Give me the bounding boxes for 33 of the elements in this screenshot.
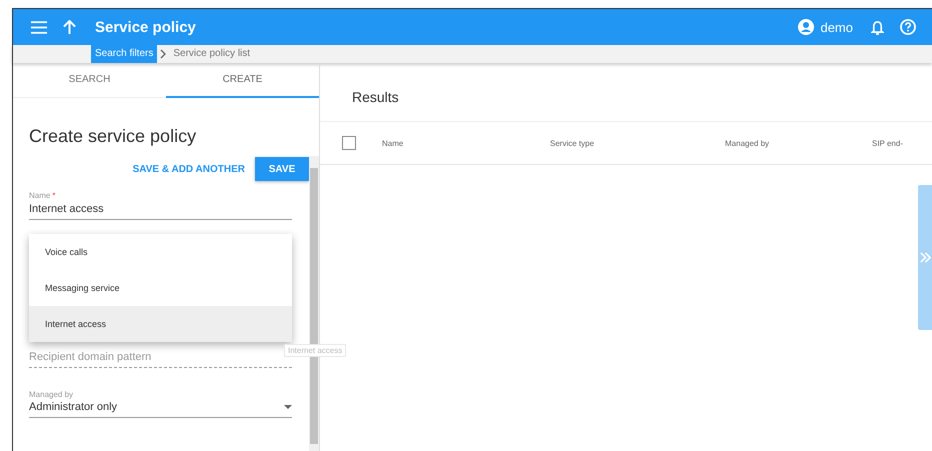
help-icon[interactable]	[900, 19, 916, 35]
column-header[interactable]: SIP end-	[872, 138, 903, 148]
column-header[interactable]: Service type	[550, 138, 594, 148]
user-name[interactable]: demo	[820, 20, 853, 34]
column-header[interactable]: Managed by	[725, 138, 770, 148]
column-header[interactable]: Name	[382, 138, 404, 148]
select-all-checkbox[interactable]	[342, 136, 356, 150]
breadcrumb-link[interactable]: Service policy list	[169, 45, 254, 63]
results-title: Results	[320, 63, 932, 122]
name-field[interactable]: Internet access	[29, 200, 292, 220]
up-arrow-icon[interactable]	[63, 20, 76, 34]
field-label: Name *	[29, 191, 56, 200]
menu-icon[interactable]	[31, 20, 47, 34]
save-and-add-another-button[interactable]: SAVE & ADD ANOTHER	[132, 160, 245, 178]
double-chevron-icon	[920, 252, 930, 263]
user-avatar-icon[interactable]	[798, 19, 814, 35]
tab[interactable]: CREATE	[166, 63, 319, 98]
managed-by-select[interactable]: Administrator only	[29, 399, 292, 418]
breadcrumb-link[interactable]: Search filters	[91, 45, 158, 63]
field-label: Managed by	[29, 390, 74, 399]
required-mark: *	[52, 191, 56, 200]
save-button[interactable]: SAVE	[255, 157, 309, 181]
form-heading: Create service policy	[29, 126, 198, 147]
dropdown-caret-icon	[284, 405, 292, 409]
dropdown-option[interactable]: Internet access	[29, 306, 292, 342]
dropdown-option[interactable]: Voice calls	[29, 234, 292, 270]
dropdown-option[interactable]: Messaging service	[29, 270, 292, 306]
tab[interactable]: SEARCH	[13, 63, 166, 98]
expand-panel-handle[interactable]	[918, 185, 932, 330]
page-title: Service policy	[95, 18, 196, 36]
bell-icon[interactable]	[871, 20, 884, 34]
tooltip: Internet access	[284, 344, 346, 357]
chevron-right-icon	[160, 49, 166, 59]
